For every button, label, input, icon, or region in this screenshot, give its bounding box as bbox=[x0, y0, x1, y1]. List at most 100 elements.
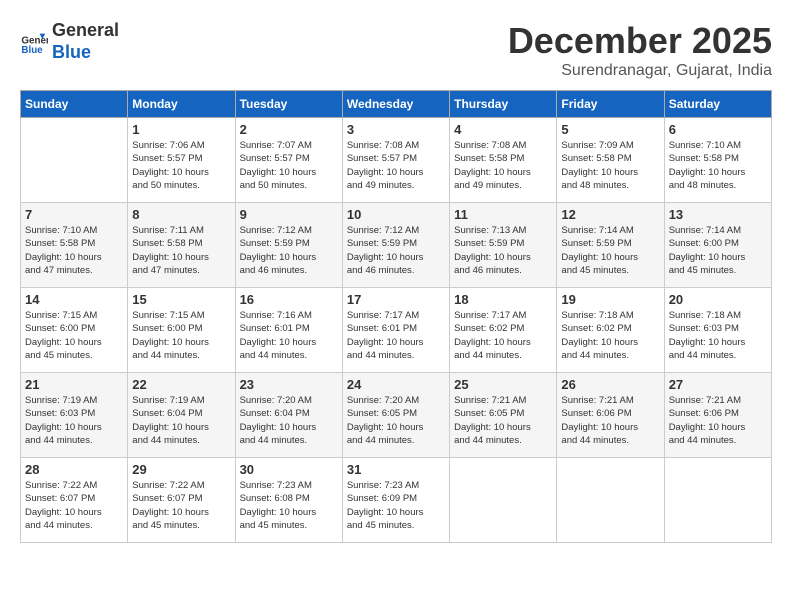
svg-text:Blue: Blue bbox=[21, 45, 43, 56]
day-info: Sunrise: 7:18 AM Sunset: 6:02 PM Dayligh… bbox=[561, 309, 659, 362]
logo-line1: General bbox=[52, 20, 119, 42]
header-cell-thursday: Thursday bbox=[450, 91, 557, 118]
day-info: Sunrise: 7:19 AM Sunset: 6:04 PM Dayligh… bbox=[132, 394, 230, 447]
calendar-cell: 25 Sunrise: 7:21 AM Sunset: 6:05 PM Dayli… bbox=[450, 373, 557, 458]
calendar-cell: 22Sunrise: 7:19 AM Sunset: 6:04 PM Dayli… bbox=[128, 373, 235, 458]
day-info: Sunrise: 7:22 AM Sunset: 6:07 PM Dayligh… bbox=[132, 479, 230, 532]
header-cell-saturday: Saturday bbox=[664, 91, 771, 118]
calendar-cell: 26 Sunrise: 7:21 AM Sunset: 6:06 PM Dayli… bbox=[557, 373, 664, 458]
calendar-week-row: 28 Sunrise: 7:22 AM Sunset: 6:07 PM Dayli… bbox=[21, 458, 772, 543]
calendar-cell: 13Sunrise: 7:14 AM Sunset: 6:00 PM Dayli… bbox=[664, 203, 771, 288]
day-number: 15 bbox=[132, 292, 230, 307]
calendar-cell: 16 Sunrise: 7:16 AM Sunset: 6:01 PM Dayli… bbox=[235, 288, 342, 373]
day-info: Sunrise: 7:06 AM Sunset: 5:57 PM Dayligh… bbox=[132, 139, 230, 192]
day-info: Sunrise: 7:21 AM Sunset: 6:06 PM Dayligh… bbox=[561, 394, 659, 447]
page-header: General Blue General Blue December 2025 … bbox=[20, 20, 772, 80]
calendar-cell: 29 Sunrise: 7:22 AM Sunset: 6:07 PM Dayli… bbox=[128, 458, 235, 543]
day-number: 3 bbox=[347, 122, 445, 137]
day-info: Sunrise: 7:10 AM Sunset: 5:58 PM Dayligh… bbox=[669, 139, 767, 192]
header-cell-sunday: Sunday bbox=[21, 91, 128, 118]
location: Surendranagar, Gujarat, India bbox=[508, 62, 772, 80]
day-number: 1 bbox=[132, 122, 230, 137]
calendar-cell: 6 Sunrise: 7:10 AM Sunset: 5:58 PM Daylig… bbox=[664, 118, 771, 203]
day-info: Sunrise: 7:22 AM Sunset: 6:07 PM Dayligh… bbox=[25, 479, 123, 532]
day-number: 9 bbox=[240, 207, 338, 222]
calendar-cell: 7Sunrise: 7:10 AM Sunset: 5:58 PM Daylig… bbox=[21, 203, 128, 288]
calendar-cell: 18 Sunrise: 7:17 AM Sunset: 6:02 PM Dayli… bbox=[450, 288, 557, 373]
day-number: 29 bbox=[132, 462, 230, 477]
day-info: Sunrise: 7:16 AM Sunset: 6:01 PM Dayligh… bbox=[240, 309, 338, 362]
calendar-cell bbox=[21, 118, 128, 203]
day-info: Sunrise: 7:12 AM Sunset: 5:59 PM Dayligh… bbox=[347, 224, 445, 277]
day-number: 27 bbox=[669, 377, 767, 392]
calendar-cell: 3 Sunrise: 7:08 AM Sunset: 5:57 PM Daylig… bbox=[342, 118, 449, 203]
calendar-cell bbox=[664, 458, 771, 543]
day-number: 30 bbox=[240, 462, 338, 477]
day-info: Sunrise: 7:23 AM Sunset: 6:09 PM Dayligh… bbox=[347, 479, 445, 532]
logo-icon: General Blue bbox=[20, 28, 48, 56]
calendar-header-row: SundayMondayTuesdayWednesdayThursdayFrid… bbox=[21, 91, 772, 118]
calendar-cell: 9Sunrise: 7:12 AM Sunset: 5:59 PM Daylig… bbox=[235, 203, 342, 288]
calendar-cell: 23Sunrise: 7:20 AM Sunset: 6:04 PM Dayli… bbox=[235, 373, 342, 458]
day-info: Sunrise: 7:21 AM Sunset: 6:06 PM Dayligh… bbox=[669, 394, 767, 447]
header-cell-monday: Monday bbox=[128, 91, 235, 118]
header-cell-friday: Friday bbox=[557, 91, 664, 118]
calendar-cell: 11 Sunrise: 7:13 AM Sunset: 5:59 PM Dayli… bbox=[450, 203, 557, 288]
day-number: 19 bbox=[561, 292, 659, 307]
calendar-cell: 2Sunrise: 7:07 AM Sunset: 5:57 PM Daylig… bbox=[235, 118, 342, 203]
calendar-cell: 21 Sunrise: 7:19 AM Sunset: 6:03 PM Dayli… bbox=[21, 373, 128, 458]
calendar-cell bbox=[450, 458, 557, 543]
day-info: Sunrise: 7:14 AM Sunset: 5:59 PM Dayligh… bbox=[561, 224, 659, 277]
calendar-cell: 14 Sunrise: 7:15 AM Sunset: 6:00 PM Dayli… bbox=[21, 288, 128, 373]
calendar-week-row: 7Sunrise: 7:10 AM Sunset: 5:58 PM Daylig… bbox=[21, 203, 772, 288]
day-info: Sunrise: 7:20 AM Sunset: 6:05 PM Dayligh… bbox=[347, 394, 445, 447]
calendar-cell: 19 Sunrise: 7:18 AM Sunset: 6:02 PM Dayli… bbox=[557, 288, 664, 373]
day-number: 25 bbox=[454, 377, 552, 392]
day-number: 24 bbox=[347, 377, 445, 392]
day-number: 20 bbox=[669, 292, 767, 307]
day-number: 11 bbox=[454, 207, 552, 222]
day-info: Sunrise: 7:21 AM Sunset: 6:05 PM Dayligh… bbox=[454, 394, 552, 447]
day-info: Sunrise: 7:17 AM Sunset: 6:01 PM Dayligh… bbox=[347, 309, 445, 362]
logo-line2: Blue bbox=[52, 42, 119, 64]
day-number: 28 bbox=[25, 462, 123, 477]
calendar-cell: 10Sunrise: 7:12 AM Sunset: 5:59 PM Dayli… bbox=[342, 203, 449, 288]
header-cell-tuesday: Tuesday bbox=[235, 91, 342, 118]
day-info: Sunrise: 7:17 AM Sunset: 6:02 PM Dayligh… bbox=[454, 309, 552, 362]
day-number: 31 bbox=[347, 462, 445, 477]
calendar-cell: 8Sunrise: 7:11 AM Sunset: 5:58 PM Daylig… bbox=[128, 203, 235, 288]
calendar-cell: 15 Sunrise: 7:15 AM Sunset: 6:00 PM Dayli… bbox=[128, 288, 235, 373]
day-number: 4 bbox=[454, 122, 552, 137]
day-info: Sunrise: 7:18 AM Sunset: 6:03 PM Dayligh… bbox=[669, 309, 767, 362]
day-number: 2 bbox=[240, 122, 338, 137]
day-info: Sunrise: 7:15 AM Sunset: 6:00 PM Dayligh… bbox=[25, 309, 123, 362]
header-cell-wednesday: Wednesday bbox=[342, 91, 449, 118]
calendar-cell: 4Sunrise: 7:08 AM Sunset: 5:58 PM Daylig… bbox=[450, 118, 557, 203]
day-number: 8 bbox=[132, 207, 230, 222]
day-info: Sunrise: 7:13 AM Sunset: 5:59 PM Dayligh… bbox=[454, 224, 552, 277]
day-info: Sunrise: 7:14 AM Sunset: 6:00 PM Dayligh… bbox=[669, 224, 767, 277]
logo-text: General Blue bbox=[52, 20, 119, 63]
day-info: Sunrise: 7:08 AM Sunset: 5:57 PM Dayligh… bbox=[347, 139, 445, 192]
calendar-cell: 17 Sunrise: 7:17 AM Sunset: 6:01 PM Dayli… bbox=[342, 288, 449, 373]
calendar-week-row: 1 Sunrise: 7:06 AM Sunset: 5:57 PM Daylig… bbox=[21, 118, 772, 203]
day-number: 18 bbox=[454, 292, 552, 307]
calendar-table: SundayMondayTuesdayWednesdayThursdayFrid… bbox=[20, 90, 772, 543]
day-info: Sunrise: 7:09 AM Sunset: 5:58 PM Dayligh… bbox=[561, 139, 659, 192]
calendar-cell: 24 Sunrise: 7:20 AM Sunset: 6:05 PM Dayli… bbox=[342, 373, 449, 458]
calendar-cell: 27 Sunrise: 7:21 AM Sunset: 6:06 PM Dayli… bbox=[664, 373, 771, 458]
logo: General Blue General Blue bbox=[20, 20, 119, 63]
day-number: 17 bbox=[347, 292, 445, 307]
calendar-week-row: 14 Sunrise: 7:15 AM Sunset: 6:00 PM Dayli… bbox=[21, 288, 772, 373]
day-number: 5 bbox=[561, 122, 659, 137]
day-number: 7 bbox=[25, 207, 123, 222]
day-number: 21 bbox=[25, 377, 123, 392]
day-number: 6 bbox=[669, 122, 767, 137]
day-number: 16 bbox=[240, 292, 338, 307]
day-number: 26 bbox=[561, 377, 659, 392]
calendar-cell: 20 Sunrise: 7:18 AM Sunset: 6:03 PM Dayli… bbox=[664, 288, 771, 373]
day-info: Sunrise: 7:15 AM Sunset: 6:00 PM Dayligh… bbox=[132, 309, 230, 362]
day-info: Sunrise: 7:19 AM Sunset: 6:03 PM Dayligh… bbox=[25, 394, 123, 447]
day-number: 14 bbox=[25, 292, 123, 307]
calendar-cell: 5 Sunrise: 7:09 AM Sunset: 5:58 PM Daylig… bbox=[557, 118, 664, 203]
